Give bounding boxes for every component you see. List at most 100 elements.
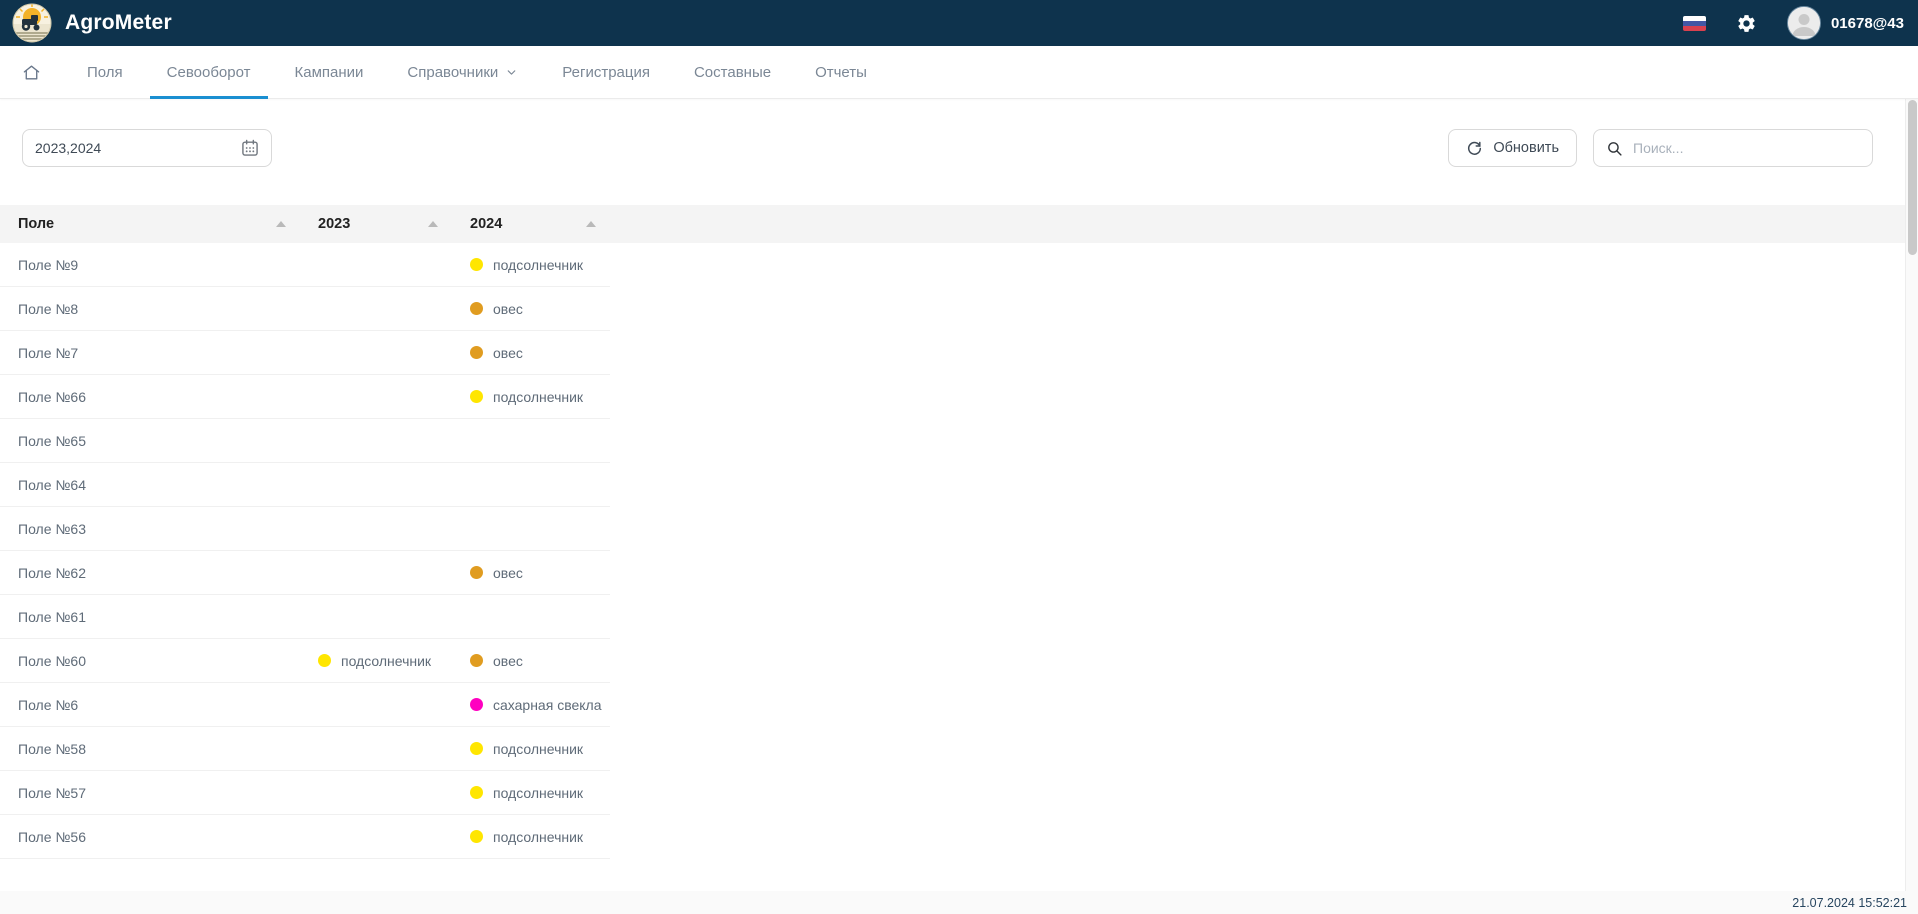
search-field[interactable]: [1593, 129, 1873, 167]
app-title: AgroMeter: [65, 11, 172, 35]
username-label[interactable]: 01678@43: [1831, 15, 1904, 32]
crop-color-dot: [470, 302, 483, 315]
refresh-button[interactable]: Обновить: [1448, 129, 1577, 167]
crop-label: подсолнечник: [493, 741, 583, 757]
crop-rotation-table: Поле 2023 2024 Поле №9 подсолнечник Поле №8 о…: [0, 205, 1918, 859]
nav-tab-4[interactable]: Справочники: [385, 46, 540, 98]
server-timestamp: 21.07.2024 15:52:21: [1792, 896, 1907, 910]
nav-tab-label: Справочники: [407, 64, 498, 81]
table-row[interactable]: Поле №64: [0, 463, 610, 507]
crop-label: овес: [493, 301, 523, 317]
crop-cell: овес: [452, 565, 610, 581]
column-header-label: 2023: [318, 216, 350, 232]
field-name-cell: Поле №64: [0, 477, 300, 493]
search-icon: [1606, 140, 1623, 157]
column-header-2023[interactable]: 2023: [300, 205, 452, 243]
field-name-cell: Поле №7: [0, 345, 300, 361]
field-name-cell: Поле №66: [0, 389, 300, 405]
field-name-cell: Поле №63: [0, 521, 300, 537]
table-row[interactable]: Поле №6сахарная свекла: [0, 683, 610, 727]
crop-label: овес: [493, 653, 523, 669]
crop-cell: подсолнечник: [452, 257, 610, 273]
column-header-2024[interactable]: 2024: [452, 205, 610, 243]
table-row[interactable]: Поле №65: [0, 419, 610, 463]
nav-tab-label: Регистрация: [562, 64, 650, 81]
nav-tab-2[interactable]: Севооборот: [145, 46, 273, 98]
crop-label: подсолнечник: [341, 653, 431, 669]
user-avatar[interactable]: [1787, 6, 1821, 40]
crop-cell: подсолнечник: [452, 829, 610, 845]
vertical-scrollbar-thumb[interactable]: [1908, 100, 1917, 255]
table-row[interactable]: Поле №60 подсолнечник овес: [0, 639, 610, 683]
table-row[interactable]: Поле №62 овес: [0, 551, 610, 595]
column-header-label: Поле: [18, 216, 54, 232]
column-header-Поле[interactable]: Поле: [0, 205, 300, 243]
crop-color-dot: [470, 654, 483, 667]
status-bar: 21.07.2024 15:52:21: [0, 891, 1918, 914]
sort-caret-icon[interactable]: [276, 221, 286, 227]
nav-tab-6[interactable]: Составные: [672, 46, 793, 98]
search-input[interactable]: [1633, 140, 1860, 156]
nav-tab-label: Севооборот: [167, 64, 251, 81]
field-name-cell: Поле №57: [0, 785, 300, 801]
field-name-cell: Поле №62: [0, 565, 300, 581]
crop-color-dot: [470, 786, 483, 799]
main-navbar: Поля Севооборот Кампании Справочники Регистр…: [0, 46, 1918, 99]
nav-tab-1[interactable]: Поля: [65, 46, 145, 98]
crop-color-dot: [470, 566, 483, 579]
column-header-label: 2024: [470, 216, 502, 232]
table-row[interactable]: Поле №9 подсолнечник: [0, 243, 610, 287]
filter-toolbar: Обновить: [0, 99, 1918, 167]
crop-cell: подсолнечник: [452, 785, 610, 801]
sort-caret-icon[interactable]: [428, 221, 438, 227]
table-row[interactable]: Поле №66 подсолнечник: [0, 375, 610, 419]
table-row[interactable]: Поле №61: [0, 595, 610, 639]
nav-tab-label: Поля: [87, 64, 123, 81]
crop-color-dot: [318, 654, 331, 667]
crop-label: подсолнечник: [493, 785, 583, 801]
refresh-button-label: Обновить: [1493, 140, 1559, 156]
table-row[interactable]: Поле №56подсолнечник: [0, 815, 610, 859]
field-name-cell: Поле №9: [0, 257, 300, 273]
calendar-icon[interactable]: [240, 138, 260, 158]
field-name-cell: Поле №6: [0, 697, 300, 713]
crop-label: подсолнечник: [493, 389, 583, 405]
crop-color-dot: [470, 698, 483, 711]
chevron-down-icon: [505, 66, 518, 79]
years-filter-field[interactable]: [22, 129, 272, 167]
crop-label: овес: [493, 565, 523, 581]
years-filter-input[interactable]: [35, 140, 240, 156]
table-row[interactable]: Поле №63: [0, 507, 610, 551]
language-flag-ru-icon[interactable]: [1683, 16, 1706, 31]
nav-tab-label: Кампании: [295, 64, 364, 81]
home-icon[interactable]: [12, 46, 51, 98]
settings-gear-icon[interactable]: [1736, 13, 1757, 34]
nav-tab-7[interactable]: Отчеты: [793, 46, 889, 98]
crop-color-dot: [470, 742, 483, 755]
crop-label: овес: [493, 345, 523, 361]
crop-color-dot: [470, 258, 483, 271]
table-row[interactable]: Поле №57 подсолнечник: [0, 771, 610, 815]
crop-cell: овес: [452, 653, 610, 669]
active-tab-underline: [150, 96, 268, 99]
field-name-cell: Поле №58: [0, 741, 300, 757]
crop-color-dot: [470, 830, 483, 843]
table-row[interactable]: Поле №8 овес: [0, 287, 610, 331]
table-row[interactable]: Поле №7 овес: [0, 331, 610, 375]
crop-cell: подсолнечник: [452, 389, 610, 405]
nav-tabs: Поля Севооборот Кампании Справочники Регистр…: [65, 46, 889, 98]
crop-cell: подсолнечник: [452, 741, 610, 757]
vertical-scrollbar-track[interactable]: [1905, 98, 1918, 891]
table-row[interactable]: Поле №58 подсолнечник: [0, 727, 610, 771]
crop-cell: овес: [452, 345, 610, 361]
nav-tab-3[interactable]: Кампании: [273, 46, 386, 98]
field-name-cell: Поле №8: [0, 301, 300, 317]
sort-caret-icon[interactable]: [586, 221, 596, 227]
agrometer-logo-icon: [12, 3, 52, 43]
crop-cell: подсолнечник: [300, 653, 452, 669]
crop-label: подсолнечник: [493, 829, 583, 845]
field-name-cell: Поле №60: [0, 653, 300, 669]
nav-tab-label: Составные: [694, 64, 771, 81]
nav-tab-5[interactable]: Регистрация: [540, 46, 672, 98]
refresh-icon: [1466, 140, 1483, 157]
